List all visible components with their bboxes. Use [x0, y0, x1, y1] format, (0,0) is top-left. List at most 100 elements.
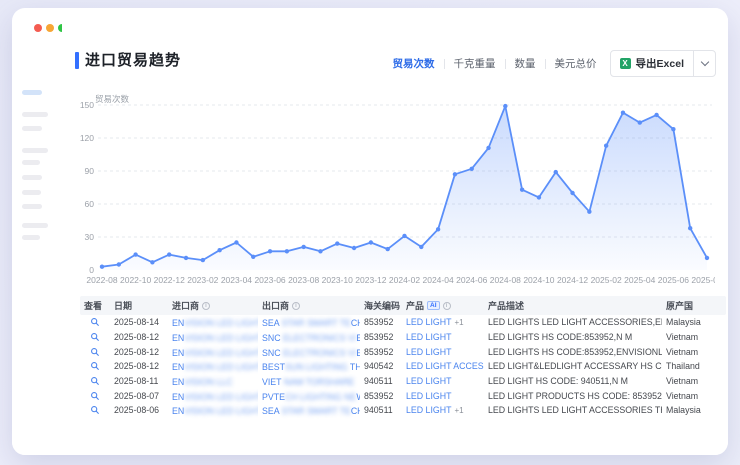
- tab-metric-1[interactable]: 千克重量: [454, 56, 496, 71]
- product-tag-link[interactable]: LED LIGHT: [406, 347, 451, 357]
- redacted-text: ELECTRONICS VI: [283, 348, 356, 358]
- exporter-link[interactable]: PVTECH LIGHTING NEW VI...: [262, 392, 360, 402]
- visible-prefix: PVTE: [262, 392, 285, 402]
- exporter-link[interactable]: VIET NAM TORSHARE: [262, 377, 354, 387]
- exporter-link[interactable]: SNC ELECTRONICS VIET...: [262, 333, 360, 343]
- importer-link[interactable]: ENVISION LED LIGHTING L...: [172, 392, 258, 402]
- product-tag-link[interactable]: LED LIGHT: [406, 405, 451, 415]
- sidebar-item-5[interactable]: [22, 175, 42, 180]
- more-products-badge[interactable]: +1: [454, 406, 463, 415]
- tab-metric-0[interactable]: 贸易次数: [393, 56, 435, 71]
- exporter-link[interactable]: BESTSUN LIGHTING THA...: [262, 362, 360, 372]
- visible-prefix: VIET: [262, 377, 284, 387]
- svg-text:2022-12: 2022-12: [154, 275, 185, 285]
- magnifier-icon: [90, 376, 100, 386]
- minimize-window-button[interactable]: [46, 24, 54, 32]
- product-cell: LED LIGHT ACCESSORY: [402, 361, 484, 371]
- sidebar-item-6[interactable]: [22, 190, 41, 195]
- product-tag-link[interactable]: LED LIGHT: [406, 391, 451, 401]
- visible-prefix: SEA: [262, 406, 282, 416]
- product-tag-link[interactable]: LED LIGHT: [406, 332, 451, 342]
- column-header-3: 出口商i: [258, 299, 360, 312]
- column-label: 海关编码: [364, 299, 400, 312]
- redacted-text: VISION LED LIGHTI: [184, 406, 258, 416]
- chevron-down-icon: [700, 58, 708, 66]
- importer-link[interactable]: ENVISION LED LIGHTING L...: [172, 333, 258, 343]
- export-options-button[interactable]: [693, 51, 715, 76]
- date-cell: 2025-08-14: [110, 317, 168, 327]
- sidebar-skeleton: [12, 42, 62, 455]
- product-tag-link[interactable]: LED LIGHT: [406, 376, 451, 386]
- sidebar-item-2[interactable]: [22, 126, 42, 131]
- view-detail-button[interactable]: [80, 405, 110, 415]
- svg-text:2023-12: 2023-12: [355, 275, 386, 285]
- importer-link[interactable]: ENVISION LED LIGHTING L...: [172, 406, 258, 416]
- tab-divider: [505, 59, 506, 69]
- view-detail-button[interactable]: [80, 317, 110, 327]
- excel-icon: X: [620, 58, 631, 69]
- view-detail-button[interactable]: [80, 347, 110, 357]
- product-cell: LED LIGHT+1: [402, 405, 484, 415]
- exporter-link[interactable]: SEA STAR SMART TECH ...: [262, 406, 360, 416]
- exporter-cell: SEA STAR SMART TECH ...: [258, 401, 360, 419]
- exporter-link[interactable]: SEA STAR SMART TECH ...: [262, 318, 360, 328]
- visible-prefix: SNC: [262, 333, 283, 343]
- sidebar-item-8[interactable]: [22, 223, 48, 228]
- visible-suffix: THA...: [350, 362, 360, 372]
- export-excel-button[interactable]: X 导出Excel: [611, 51, 693, 76]
- origin-country-cell: Vietnam: [662, 332, 726, 342]
- tab-metric-2[interactable]: 数量: [515, 56, 536, 71]
- info-icon[interactable]: i: [292, 302, 300, 310]
- svg-text:2024-02: 2024-02: [389, 275, 420, 285]
- magnifier-icon: [90, 332, 100, 342]
- column-label: 查看: [84, 299, 102, 312]
- description-cell: LED LIGHTS LED LIGHT ACCESSORIES,ENVISIO…: [484, 317, 662, 327]
- sidebar-item-9[interactable]: [22, 235, 40, 240]
- magnifier-icon: [90, 405, 100, 415]
- table-row-6[interactable]: 2025-08-06ENVISION LED LIGHTING L...SEA …: [80, 403, 726, 418]
- view-detail-button[interactable]: [80, 391, 110, 401]
- column-header-2: 进口商i: [168, 299, 258, 312]
- importer-link[interactable]: ENVISION LED LIGHTING L...: [172, 362, 258, 372]
- svg-text:2025-06: 2025-06: [658, 275, 689, 285]
- svg-text:30: 30: [85, 232, 95, 242]
- view-detail-button[interactable]: [80, 361, 110, 371]
- importer-link[interactable]: ENVISION LED LIGHTING L...: [172, 348, 258, 358]
- export-button-group: X 导出Excel: [610, 50, 716, 77]
- tab-metric-3[interactable]: 美元总价: [555, 56, 597, 71]
- view-detail-button[interactable]: [80, 376, 110, 386]
- hs-code-cell: 853952: [360, 317, 402, 327]
- svg-text:2025-02: 2025-02: [591, 275, 622, 285]
- importer-link[interactable]: ENVISION LLC: [172, 377, 233, 387]
- page-title: 进口贸易趋势: [85, 49, 181, 70]
- magnifier-icon: [90, 347, 100, 357]
- table-body: 2025-08-14 ENVISION LED LIGHTING L... SEA …: [80, 315, 726, 418]
- table-header-row: 查看日期进口商i出口商i海关编码产品AIi产品描述原产国: [80, 296, 726, 315]
- product-tag-link[interactable]: LED LIGHT: [406, 317, 451, 327]
- product-tag-link[interactable]: LED LIGHT ACCESSORY: [406, 361, 484, 371]
- column-label: 产品描述: [488, 299, 524, 312]
- info-icon[interactable]: i: [443, 302, 451, 310]
- importer-link[interactable]: ENVISION LED LIGHTING L...: [172, 318, 258, 328]
- svg-text:2024-08: 2024-08: [490, 275, 521, 285]
- column-header-0: 查看: [80, 299, 110, 312]
- visible-prefix: EN: [172, 377, 184, 387]
- sidebar-item-7[interactable]: [22, 204, 42, 209]
- sidebar-item-1[interactable]: [22, 112, 48, 117]
- origin-country-cell: Malaysia: [662, 405, 726, 415]
- visible-prefix: EN: [172, 318, 184, 328]
- sidebar-item-4[interactable]: [22, 160, 40, 165]
- sidebar-item-3[interactable]: [22, 148, 48, 153]
- view-detail-button[interactable]: [80, 332, 110, 342]
- exporter-link[interactable]: SNC ELECTRONICS VIET...: [262, 348, 360, 358]
- hs-code-cell: 853952: [360, 391, 402, 401]
- info-icon[interactable]: i: [202, 302, 210, 310]
- close-window-button[interactable]: [34, 24, 42, 32]
- sidebar-item-0[interactable]: [22, 90, 42, 95]
- title-accent-bar: [75, 52, 79, 69]
- visible-prefix: EN: [172, 392, 184, 402]
- description-cell: LED LIGHTS LED LIGHT ACCESSORIES THIS SH…: [484, 405, 662, 415]
- tab-divider: [444, 59, 445, 69]
- more-products-badge[interactable]: +1: [454, 318, 463, 327]
- column-label: 日期: [114, 299, 132, 312]
